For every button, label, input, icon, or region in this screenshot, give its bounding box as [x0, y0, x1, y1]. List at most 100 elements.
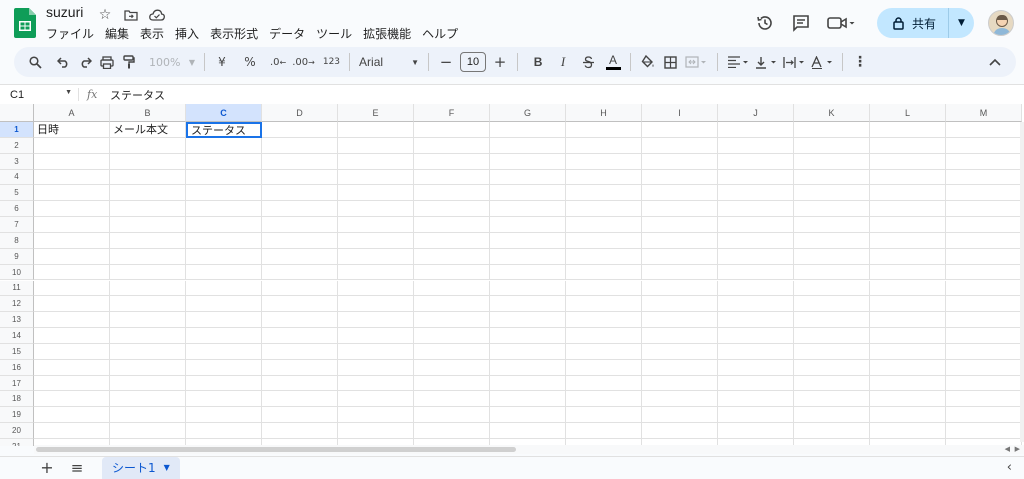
- cell-k4[interactable]: [794, 169, 870, 186]
- comments-icon[interactable]: [783, 9, 819, 37]
- cell-a19[interactable]: [34, 407, 110, 424]
- fill-color-icon[interactable]: [637, 50, 659, 74]
- meet-video-icon[interactable]: [819, 9, 863, 37]
- cell-c13[interactable]: [186, 312, 262, 329]
- increase-font-size-button[interactable]: +: [489, 50, 511, 74]
- cell-m5[interactable]: [946, 185, 1022, 202]
- cell-f8[interactable]: [414, 232, 490, 249]
- cell-a3[interactable]: [34, 153, 110, 170]
- paint-format-icon[interactable]: [118, 50, 140, 74]
- cell-d19[interactable]: [262, 407, 338, 424]
- cell-c14[interactable]: [186, 328, 262, 344]
- cell-k9[interactable]: [794, 248, 870, 265]
- menu-format[interactable]: 表示形式: [210, 25, 258, 42]
- menu-extensions[interactable]: 拡張機能: [363, 25, 411, 42]
- cell-a9[interactable]: [34, 248, 110, 265]
- cell-g18[interactable]: [490, 391, 566, 408]
- font-size-input[interactable]: 10: [460, 52, 487, 72]
- cell-l16[interactable]: [870, 359, 946, 376]
- cell-m4[interactable]: [946, 169, 1022, 186]
- cell-j4[interactable]: [718, 169, 794, 186]
- cell-d16[interactable]: [262, 359, 338, 376]
- row-header-4[interactable]: 4: [0, 169, 34, 186]
- cell-g13[interactable]: [490, 312, 566, 329]
- cell-a20[interactable]: [34, 423, 110, 439]
- cell-f4[interactable]: [414, 169, 490, 186]
- cell-f19[interactable]: [414, 407, 490, 424]
- cell-b11[interactable]: [110, 280, 186, 297]
- cell-i17[interactable]: [642, 375, 718, 392]
- cell-c6[interactable]: [186, 201, 262, 218]
- cell-i11[interactable]: [642, 280, 718, 297]
- decrease-font-size-button[interactable]: −: [435, 50, 457, 74]
- column-header-h[interactable]: H: [566, 104, 642, 122]
- cell-f6[interactable]: [414, 201, 490, 218]
- menu-edit[interactable]: 編集: [105, 25, 129, 42]
- cell-l14[interactable]: [870, 328, 946, 344]
- cell-j2[interactable]: [718, 137, 794, 154]
- cell-e4[interactable]: [338, 169, 414, 186]
- cell-i8[interactable]: [642, 232, 718, 249]
- cell-k17[interactable]: [794, 375, 870, 392]
- cell-c9[interactable]: [186, 248, 262, 265]
- add-sheet-icon[interactable]: +: [32, 457, 62, 479]
- cell-j17[interactable]: [718, 375, 794, 392]
- cell-l11[interactable]: [870, 280, 946, 297]
- cell-b2[interactable]: [110, 137, 186, 154]
- cell-i5[interactable]: [642, 185, 718, 202]
- cell-a7[interactable]: [34, 217, 110, 233]
- cell-g15[interactable]: [490, 343, 566, 360]
- decrease-decimal-button[interactable]: .0 ←: [267, 50, 289, 74]
- cell-k1[interactable]: [794, 122, 870, 138]
- share-button[interactable]: 共有: [877, 8, 948, 38]
- cell-e15[interactable]: [338, 343, 414, 360]
- cell-m6[interactable]: [946, 201, 1022, 218]
- cell-k7[interactable]: [794, 217, 870, 233]
- row-header-13[interactable]: 13: [0, 312, 34, 329]
- cell-e12[interactable]: [338, 296, 414, 313]
- cell-d18[interactable]: [262, 391, 338, 408]
- cell-l8[interactable]: [870, 232, 946, 249]
- cell-i19[interactable]: [642, 407, 718, 424]
- row-header-15[interactable]: 15: [0, 343, 34, 360]
- cell-h9[interactable]: [566, 248, 642, 265]
- cell-a14[interactable]: [34, 328, 110, 344]
- cell-a11[interactable]: [34, 280, 110, 297]
- row-header-14[interactable]: 14: [0, 328, 34, 344]
- cell-f2[interactable]: [414, 137, 490, 154]
- cell-j9[interactable]: [718, 248, 794, 265]
- menu-help[interactable]: ヘルプ: [422, 25, 458, 42]
- column-header-l[interactable]: L: [870, 104, 946, 122]
- cell-a6[interactable]: [34, 201, 110, 218]
- cell-l12[interactable]: [870, 296, 946, 313]
- cell-e14[interactable]: [338, 328, 414, 344]
- cell-h11[interactable]: [566, 280, 642, 297]
- cell-c16[interactable]: [186, 359, 262, 376]
- cell-d17[interactable]: [262, 375, 338, 392]
- move-folder-icon[interactable]: [122, 6, 140, 24]
- cell-d10[interactable]: [262, 264, 338, 281]
- cell-k15[interactable]: [794, 343, 870, 360]
- strikethrough-icon[interactable]: [577, 50, 599, 74]
- cell-b18[interactable]: [110, 391, 186, 408]
- cell-h19[interactable]: [566, 407, 642, 424]
- cell-e7[interactable]: [338, 217, 414, 233]
- cell-j3[interactable]: [718, 153, 794, 170]
- cell-k20[interactable]: [794, 423, 870, 439]
- cell-i15[interactable]: [642, 343, 718, 360]
- cell-f1[interactable]: [414, 122, 490, 138]
- cell-k18[interactable]: [794, 391, 870, 408]
- cell-c3[interactable]: [186, 153, 262, 170]
- cell-d6[interactable]: [262, 201, 338, 218]
- cell-e9[interactable]: [338, 248, 414, 265]
- cell-m16[interactable]: [946, 359, 1022, 376]
- chevron-down-icon[interactable]: ▼: [164, 463, 170, 472]
- menu-tools[interactable]: ツール: [316, 25, 352, 42]
- cell-b9[interactable]: [110, 248, 186, 265]
- cell-d1[interactable]: [262, 122, 338, 138]
- cell-f11[interactable]: [414, 280, 490, 297]
- cell-g10[interactable]: [490, 264, 566, 281]
- cell-e11[interactable]: [338, 280, 414, 297]
- cell-f12[interactable]: [414, 296, 490, 313]
- cell-b8[interactable]: [110, 232, 186, 249]
